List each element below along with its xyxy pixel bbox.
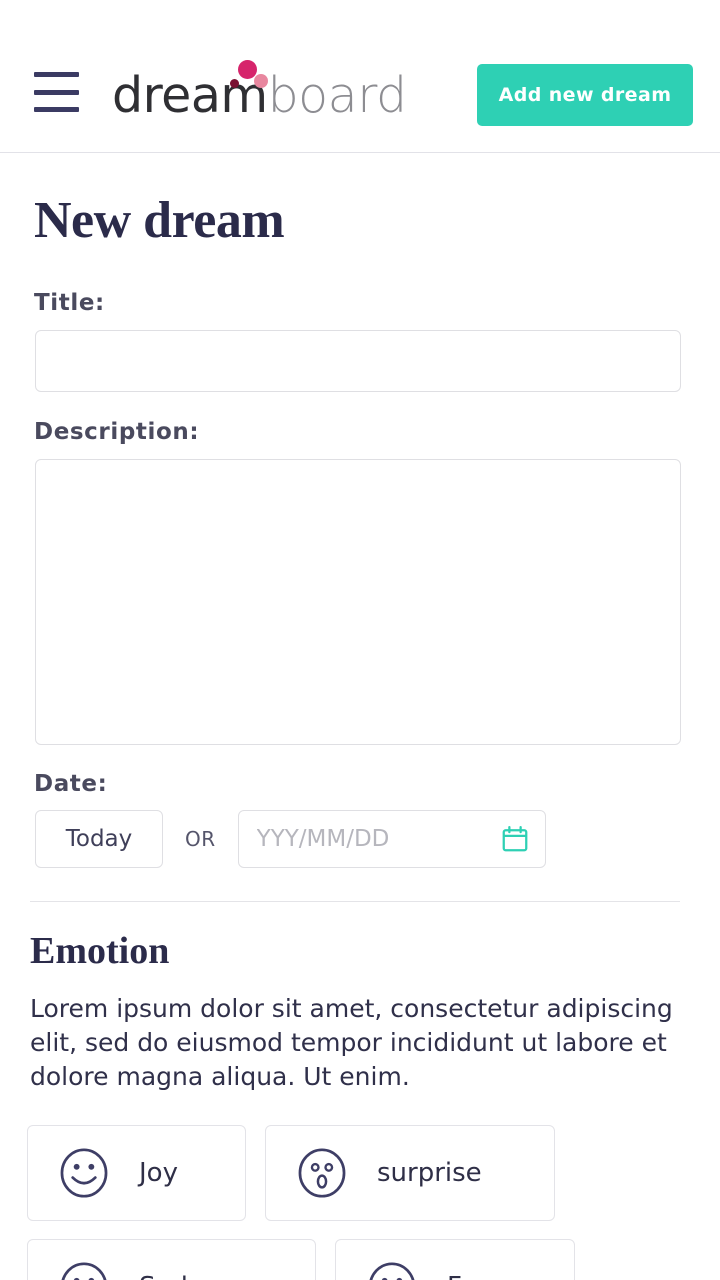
date-input-wrapper [237,810,546,868]
emotion-option-fear[interactable]: Fear [335,1239,575,1280]
hamburger-bar-1 [34,72,79,77]
emotion-option-sadness[interactable]: Sadness [27,1239,316,1280]
emotion-option-joy[interactable]: Joy [27,1125,246,1221]
emotion-label: Sadness [139,1272,248,1280]
smiley-sad-face-icon [61,1262,107,1280]
hamburger-menu-icon[interactable] [34,72,79,112]
date-row: Today OR [35,810,720,868]
emotion-label: Fear [447,1272,503,1280]
section-divider [30,901,680,902]
title-field-label: Title: [34,290,105,316]
hamburger-bar-3 [34,107,79,112]
smiley-happy-face-icon [60,1148,108,1198]
description-field-label: Description: [34,419,200,445]
app-logo[interactable]: dreamboard [112,60,408,127]
emotion-section-description: Lorem ipsum dolor sit amet, consectetur … [30,994,673,1091]
emotion-option-surprise[interactable]: surprise [265,1125,555,1221]
emotion-options-grid: Joy surprise Sadness [0,1125,720,1280]
app-header: dreamboard Add new dream [0,0,720,153]
today-button[interactable]: Today [35,810,163,868]
title-input[interactable] [35,330,681,392]
logo-text-primary: dream [112,67,268,124]
hamburger-bar-2 [34,89,79,95]
logo-text-secondary: board [267,67,408,124]
page-content: New dream Title: Description: Date: Toda… [0,195,720,1280]
emotion-label: surprise [377,1158,482,1188]
smiley-fear-face-icon [369,1262,415,1280]
or-separator-label: OR [185,827,216,851]
page-title: New dream [34,192,285,249]
emotion-section-title: Emotion [30,930,170,972]
description-textarea[interactable] [35,459,681,745]
add-new-dream-button[interactable]: Add new dream [477,64,693,126]
smiley-surprised-face-icon [298,1148,346,1198]
calendar-icon[interactable] [500,824,530,854]
date-field-label: Date: [34,771,108,797]
emotion-label: Joy [139,1158,178,1188]
